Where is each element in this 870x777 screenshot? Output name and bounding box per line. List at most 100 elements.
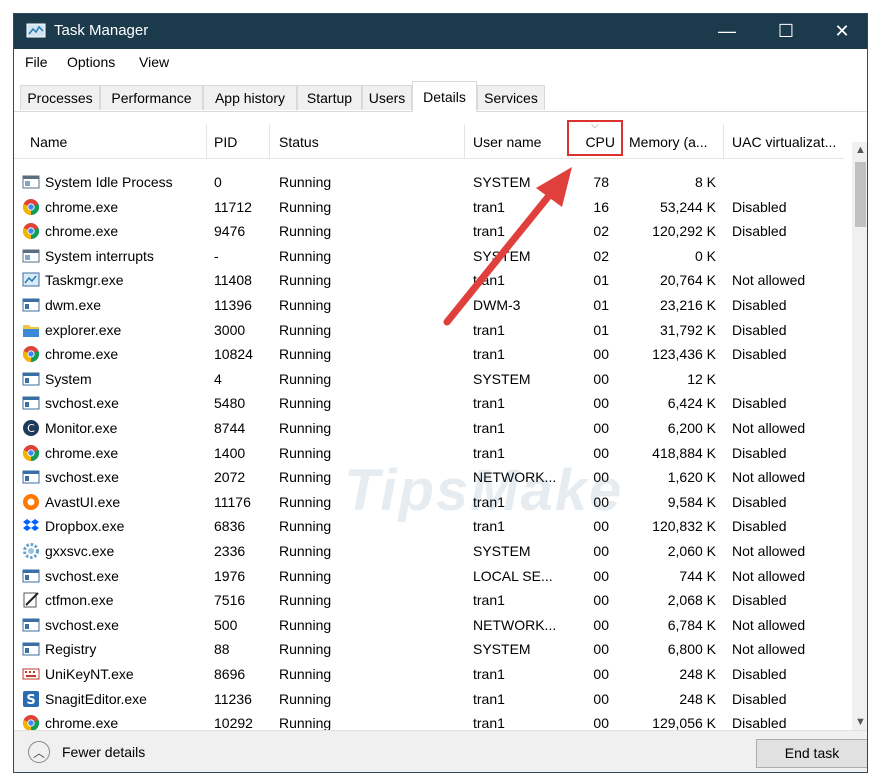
process-user: NETWORK... <box>473 616 557 633</box>
tab-performance[interactable]: Performance <box>100 85 203 110</box>
process-pid: 88 <box>214 641 230 658</box>
process-memory: 23,216 K <box>659 297 716 313</box>
table-row[interactable]: chrome.exe 10824 Running tran1 00 123,436 K Di… <box>14 343 844 367</box>
end-task-button[interactable]: End task <box>756 739 867 768</box>
column-name[interactable]: Name <box>14 124 207 158</box>
window-title: Task Manager <box>54 22 149 39</box>
process-status: Running <box>279 444 332 461</box>
process-cpu: 00 <box>593 592 609 609</box>
process-memory: 120,832 K <box>652 518 716 535</box>
menu-view[interactable]: View <box>139 54 169 70</box>
process-status: Running <box>279 247 332 264</box>
process-user: tran1 <box>473 420 505 436</box>
process-status: Running <box>279 272 332 289</box>
column-uac-virtualization[interactable]: UAC virtualizat... <box>724 124 844 158</box>
process-name: Monitor.exe <box>45 420 118 436</box>
table-row[interactable]: S SnagitEditor.exe 11236 Running tran1 00 248 … <box>14 688 844 712</box>
table-row[interactable]: svchost.exe 5480 Running tran1 00 6,424 K Disa… <box>14 392 844 416</box>
tab-services[interactable]: Services <box>477 85 545 110</box>
table-row[interactable]: svchost.exe 500 Running NETWORK... 00 6,784 K… <box>14 614 844 638</box>
tab-users[interactable]: Users <box>362 85 412 110</box>
close-button[interactable]: ✕ <box>819 14 865 49</box>
process-memory: 6,424 K <box>667 395 716 412</box>
process-pid: 11236 <box>214 690 252 707</box>
close-icon: ✕ <box>834 21 850 41</box>
process-pid: 8696 <box>214 666 246 682</box>
taskmgr-icon <box>22 271 40 289</box>
column-cpu[interactable]: ⌵ CPU <box>567 120 623 156</box>
tab-details[interactable]: Details <box>412 81 477 112</box>
process-pid: 8744 <box>214 420 246 436</box>
table-row[interactable]: gxxsvc.exe 2336 Running SYSTEM 00 2,060 K Not … <box>14 540 844 564</box>
fewer-details-button[interactable]: ︿ Fewer details <box>28 741 145 763</box>
process-memory: 1,620 K <box>667 469 716 486</box>
process-uac: Disabled <box>732 395 787 412</box>
maximize-button[interactable]: ☐ <box>763 14 809 49</box>
table-row[interactable]: System Idle Process 0 Running SYSTEM 78 8 K <box>14 171 844 195</box>
process-user: SYSTEM <box>473 543 531 559</box>
table-row[interactable]: System 4 Running SYSTEM 00 12 K <box>14 368 844 392</box>
scroll-up-icon[interactable]: ▲ <box>855 144 866 156</box>
tab-app-history[interactable]: App history <box>203 85 297 110</box>
process-cpu: 02 <box>593 247 609 264</box>
title-bar[interactable]: Task Manager — ☐ ✕ <box>14 14 867 49</box>
table-row[interactable]: Registry 88 Running SYSTEM 00 6,800 K Not allo… <box>14 638 844 662</box>
process-cpu: 00 <box>593 420 609 436</box>
column-user-name[interactable]: User name <box>465 124 569 158</box>
column-status[interactable]: Status <box>270 124 465 158</box>
table-row[interactable]: Taskmgr.exe 11408 Running tran1 01 20,764 K No… <box>14 269 844 293</box>
svg-text:C: C <box>27 422 35 435</box>
process-cpu: 00 <box>593 616 609 633</box>
table-row[interactable]: ctfmon.exe 7516 Running tran1 00 2,068 K Disab… <box>14 589 844 613</box>
process-name: chrome.exe <box>45 444 119 461</box>
scroll-down-icon[interactable]: ▼ <box>855 716 866 728</box>
process-status: Running <box>279 174 332 190</box>
column-pid[interactable]: PID <box>207 124 270 158</box>
column-memory[interactable]: Memory (a... <box>623 124 724 158</box>
dropbox-icon <box>22 517 40 535</box>
table-row[interactable]: explorer.exe 3000 Running tran1 01 31,792 K Di… <box>14 319 844 343</box>
process-uac: Disabled <box>732 592 787 609</box>
task-manager-app-icon <box>26 23 46 38</box>
process-uac: Disabled <box>732 666 787 682</box>
minimize-icon: — <box>718 21 736 41</box>
process-pid: 3000 <box>214 321 246 338</box>
table-row[interactable]: chrome.exe 9476 Running tran1 02 120,292 K Dis… <box>14 220 844 244</box>
chrome-icon <box>22 198 40 216</box>
process-user: tran1 <box>473 198 505 215</box>
process-status: Running <box>279 616 332 633</box>
process-pid: 9476 <box>214 223 246 240</box>
menu-file[interactable]: File <box>25 54 48 70</box>
process-cpu: 01 <box>593 272 609 289</box>
process-uac: Not allowed <box>732 272 806 289</box>
process-name: chrome.exe <box>45 198 119 215</box>
process-name: Dropbox.exe <box>45 518 125 535</box>
process-user: tran1 <box>473 346 505 363</box>
system-window-icon <box>22 247 40 265</box>
process-cpu: 01 <box>593 321 609 338</box>
tab-startup[interactable]: Startup <box>297 85 362 110</box>
table-row[interactable]: dwm.exe 11396 Running DWM-3 01 23,216 K Disabl… <box>14 294 844 318</box>
chrome-icon <box>22 444 40 462</box>
menu-options[interactable]: Options <box>67 54 115 70</box>
process-name: explorer.exe <box>45 321 122 338</box>
table-row[interactable]: UniKeyNT.exe 8696 Running tran1 00 248 K Disab… <box>14 663 844 687</box>
gear-icon <box>22 542 40 560</box>
process-pid: 0 <box>214 174 222 190</box>
table-row[interactable]: C Monitor.exe 8744 Running tran1 00 6,200 K Not… <box>14 417 844 441</box>
process-user: tran1 <box>473 321 505 338</box>
process-status: Running <box>279 395 332 412</box>
minimize-button[interactable]: — <box>704 14 750 49</box>
tab-processes[interactable]: Processes <box>20 85 100 110</box>
scrollbar-thumb[interactable] <box>855 162 866 227</box>
table-row[interactable]: chrome.exe 11712 Running tran1 16 53,244 K Dis… <box>14 196 844 220</box>
process-name: System interrupts <box>45 247 154 264</box>
table-row[interactable]: System interrupts - Running SYSTEM 02 0 K <box>14 245 844 269</box>
details-panel: Name PID Status User name ⌵ CPU Memory (… <box>14 112 867 732</box>
vertical-scrollbar[interactable]: ▲ ▼ <box>852 142 867 730</box>
process-status: Running <box>279 297 332 313</box>
process-user: SYSTEM <box>473 174 531 190</box>
process-pid: 11408 <box>214 272 252 289</box>
svg-text:S: S <box>26 693 35 708</box>
table-row[interactable]: svchost.exe 1976 Running LOCAL SE... 00 744 K… <box>14 565 844 589</box>
